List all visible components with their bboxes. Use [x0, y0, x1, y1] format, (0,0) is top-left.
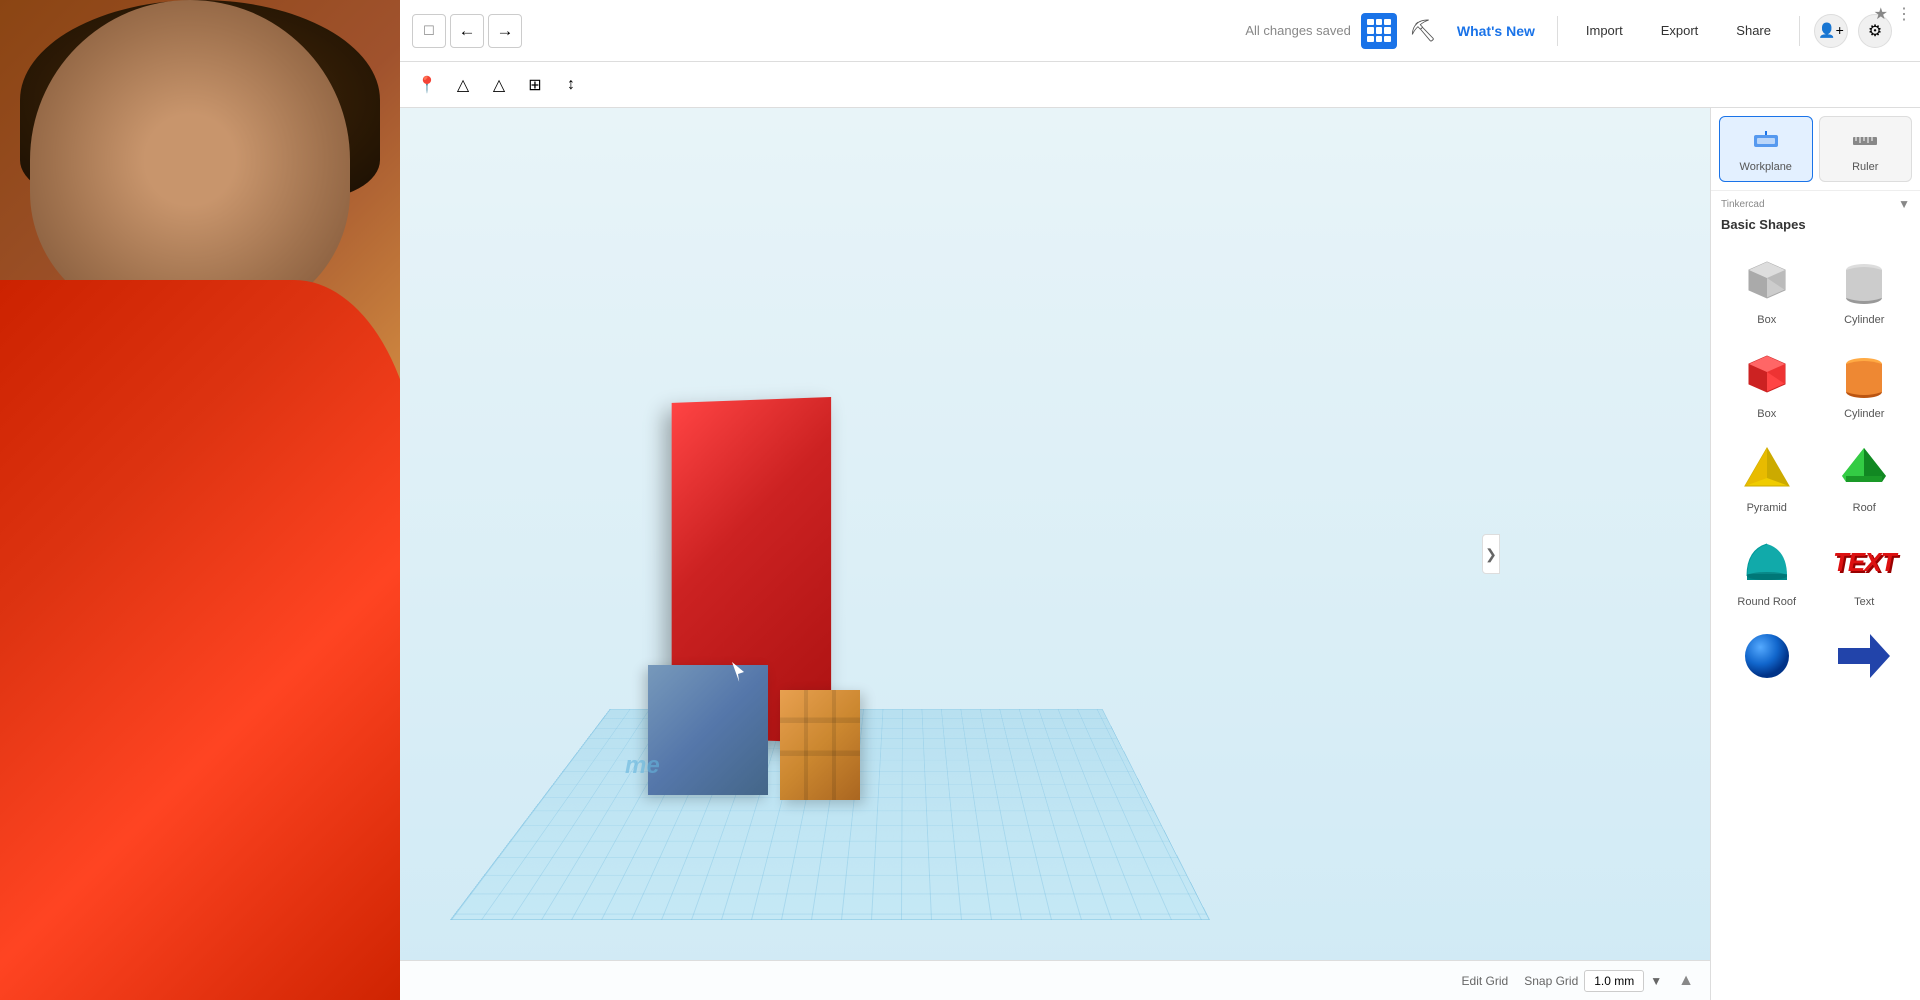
workplane-button[interactable]: Workplane [1719, 116, 1813, 182]
shape-label-cylinder-gray: Cylinder [1844, 314, 1884, 326]
triangle2-icon[interactable]: △ [484, 70, 514, 100]
shape-item-cylinder-orange[interactable]: Cylinder [1817, 336, 1913, 428]
viewport-watermark: me [625, 752, 660, 780]
shapes-brand-label: Tinkercad [1721, 199, 1765, 210]
kebab-menu-icon[interactable]: ⋮ [1896, 4, 1912, 24]
snap-unit-dropdown[interactable]: ▼ [1650, 974, 1662, 988]
viewport[interactable]: me ❯ Edit Grid Snap Grid ▼ ▲ [400, 108, 1710, 1000]
person-jacket [0, 280, 420, 1000]
right-panel: Workplane [1710, 108, 1920, 1000]
shape-blue-rect[interactable] [648, 665, 768, 795]
tools-row: Workplane [1711, 108, 1920, 191]
saved-status: All changes saved [1245, 23, 1351, 38]
grid-cell [1384, 19, 1391, 26]
shape-label-text: Text [1854, 596, 1874, 608]
edit-grid-label[interactable]: Edit Grid [1462, 974, 1509, 988]
export-button[interactable]: Export [1647, 17, 1713, 44]
share-button[interactable]: Share [1722, 17, 1785, 44]
toolbar2: 📍 △ △ ⊞ ↕ [400, 62, 1920, 108]
triangle1-icon[interactable]: △ [448, 70, 478, 100]
snap-input[interactable] [1584, 970, 1644, 992]
toolbar: ☐ ← → All changes saved [400, 0, 1920, 62]
shape-item-box-red[interactable]: Box [1719, 336, 1815, 428]
shape-item-cylinder-gray[interactable]: Cylinder [1817, 242, 1913, 334]
workplane-label: Workplane [1740, 161, 1792, 173]
align-icon[interactable]: ⊞ [520, 70, 550, 100]
shape-preview-round-roof [1737, 532, 1797, 592]
pin-icon[interactable]: 📍 [412, 70, 442, 100]
status-bar: Edit Grid Snap Grid ▼ ▲ [400, 960, 1710, 1000]
grid-cell [1384, 36, 1391, 43]
shape-item-round-roof[interactable]: Round Roof [1719, 524, 1815, 616]
add-user-icon[interactable]: 👤+ [1814, 14, 1848, 48]
import-button[interactable]: Import [1572, 17, 1637, 44]
grid-cell [1376, 36, 1383, 43]
panel-collapse-arrow[interactable]: ❯ [1482, 534, 1500, 574]
ruler-button[interactable]: Ruler [1819, 116, 1913, 182]
shape-item-arrow[interactable] [1817, 618, 1913, 698]
grid-cell [1376, 19, 1383, 26]
toolbar-divider [1557, 16, 1558, 46]
tinkercad-ui: ☐ ← → All changes saved [400, 0, 1920, 1000]
ruler-icon [1849, 125, 1881, 157]
shape-preview-roof [1834, 438, 1894, 498]
star-icon[interactable]: ★ [1874, 4, 1888, 24]
person-head [30, 0, 350, 320]
shape-item-pyramid[interactable]: Pyramid [1719, 430, 1815, 522]
shape-item-text[interactable]: TEXT Text [1817, 524, 1913, 616]
ruler-label: Ruler [1852, 161, 1878, 173]
snap-control: Snap Grid ▼ [1524, 970, 1662, 992]
redo-button[interactable]: → [488, 14, 522, 48]
shapes-dropdown-arrow[interactable]: ▼ [1898, 197, 1910, 211]
shape-preview-sphere [1737, 626, 1797, 686]
shape-preview-arrow [1834, 626, 1894, 686]
shape-item-roof[interactable]: Roof [1817, 430, 1913, 522]
shape-preview-box-gray [1737, 250, 1797, 310]
shape-preview-box-red [1737, 344, 1797, 404]
shape-preview-pyramid [1737, 438, 1797, 498]
grid-cell [1367, 27, 1374, 34]
hammer-icon[interactable]: ⛏ [1407, 15, 1439, 47]
undo-icon: ← [459, 21, 476, 41]
shape-orange-block[interactable] [780, 690, 860, 800]
whats-new-button[interactable]: What's New [1449, 19, 1543, 43]
grid-cell [1376, 27, 1383, 34]
title-bar-icons: ★ ⋮ [1874, 4, 1912, 24]
shape-label-box-gray: Box [1757, 314, 1776, 326]
snap-grid-label: Snap Grid [1524, 974, 1578, 988]
toolbar-center-group: All changes saved ⛏ What's New Import [1245, 13, 1892, 49]
shape-label-roof: Roof [1853, 502, 1876, 514]
grid-cell [1367, 19, 1374, 26]
redo-icon: → [497, 21, 514, 41]
shape-preview-cylinder-gray [1834, 250, 1894, 310]
toolbar-left: ☐ ← → [412, 14, 1237, 48]
toolbar-divider-2 [1799, 16, 1800, 46]
workplane-icon [1750, 125, 1782, 157]
undo-button[interactable]: ← [450, 14, 484, 48]
shape-item-sphere[interactable] [1719, 618, 1815, 698]
shapes-header: Tinkercad ▼ [1711, 191, 1920, 217]
shape-preview-cylinder-orange [1834, 344, 1894, 404]
shape-label-box-red: Box [1757, 408, 1776, 420]
grid-cell [1384, 27, 1391, 34]
app-container: ☐ ← → All changes saved [0, 0, 1920, 1000]
shape-label-round-roof: Round Roof [1737, 596, 1796, 608]
grid-view-button[interactable] [1361, 13, 1397, 49]
shape-label-pyramid: Pyramid [1747, 502, 1787, 514]
shape-label-cylinder-orange: Cylinder [1844, 408, 1884, 420]
main-content: me ❯ Edit Grid Snap Grid ▼ ▲ [400, 108, 1920, 1000]
text-shape-display: TEXT [1833, 547, 1895, 578]
shapes-title: Basic Shapes [1711, 217, 1920, 238]
grid-cell [1367, 36, 1374, 43]
checkbox-icon[interactable]: ☐ [412, 14, 446, 48]
shape-preview-text: TEXT [1834, 532, 1894, 592]
shape-item-box-gray[interactable]: Box [1719, 242, 1815, 334]
mirror-icon[interactable]: ↕ [556, 70, 586, 100]
shapes-grid: Box Cylinder [1711, 238, 1920, 702]
up-arrow-icon[interactable]: ▲ [1678, 972, 1694, 990]
